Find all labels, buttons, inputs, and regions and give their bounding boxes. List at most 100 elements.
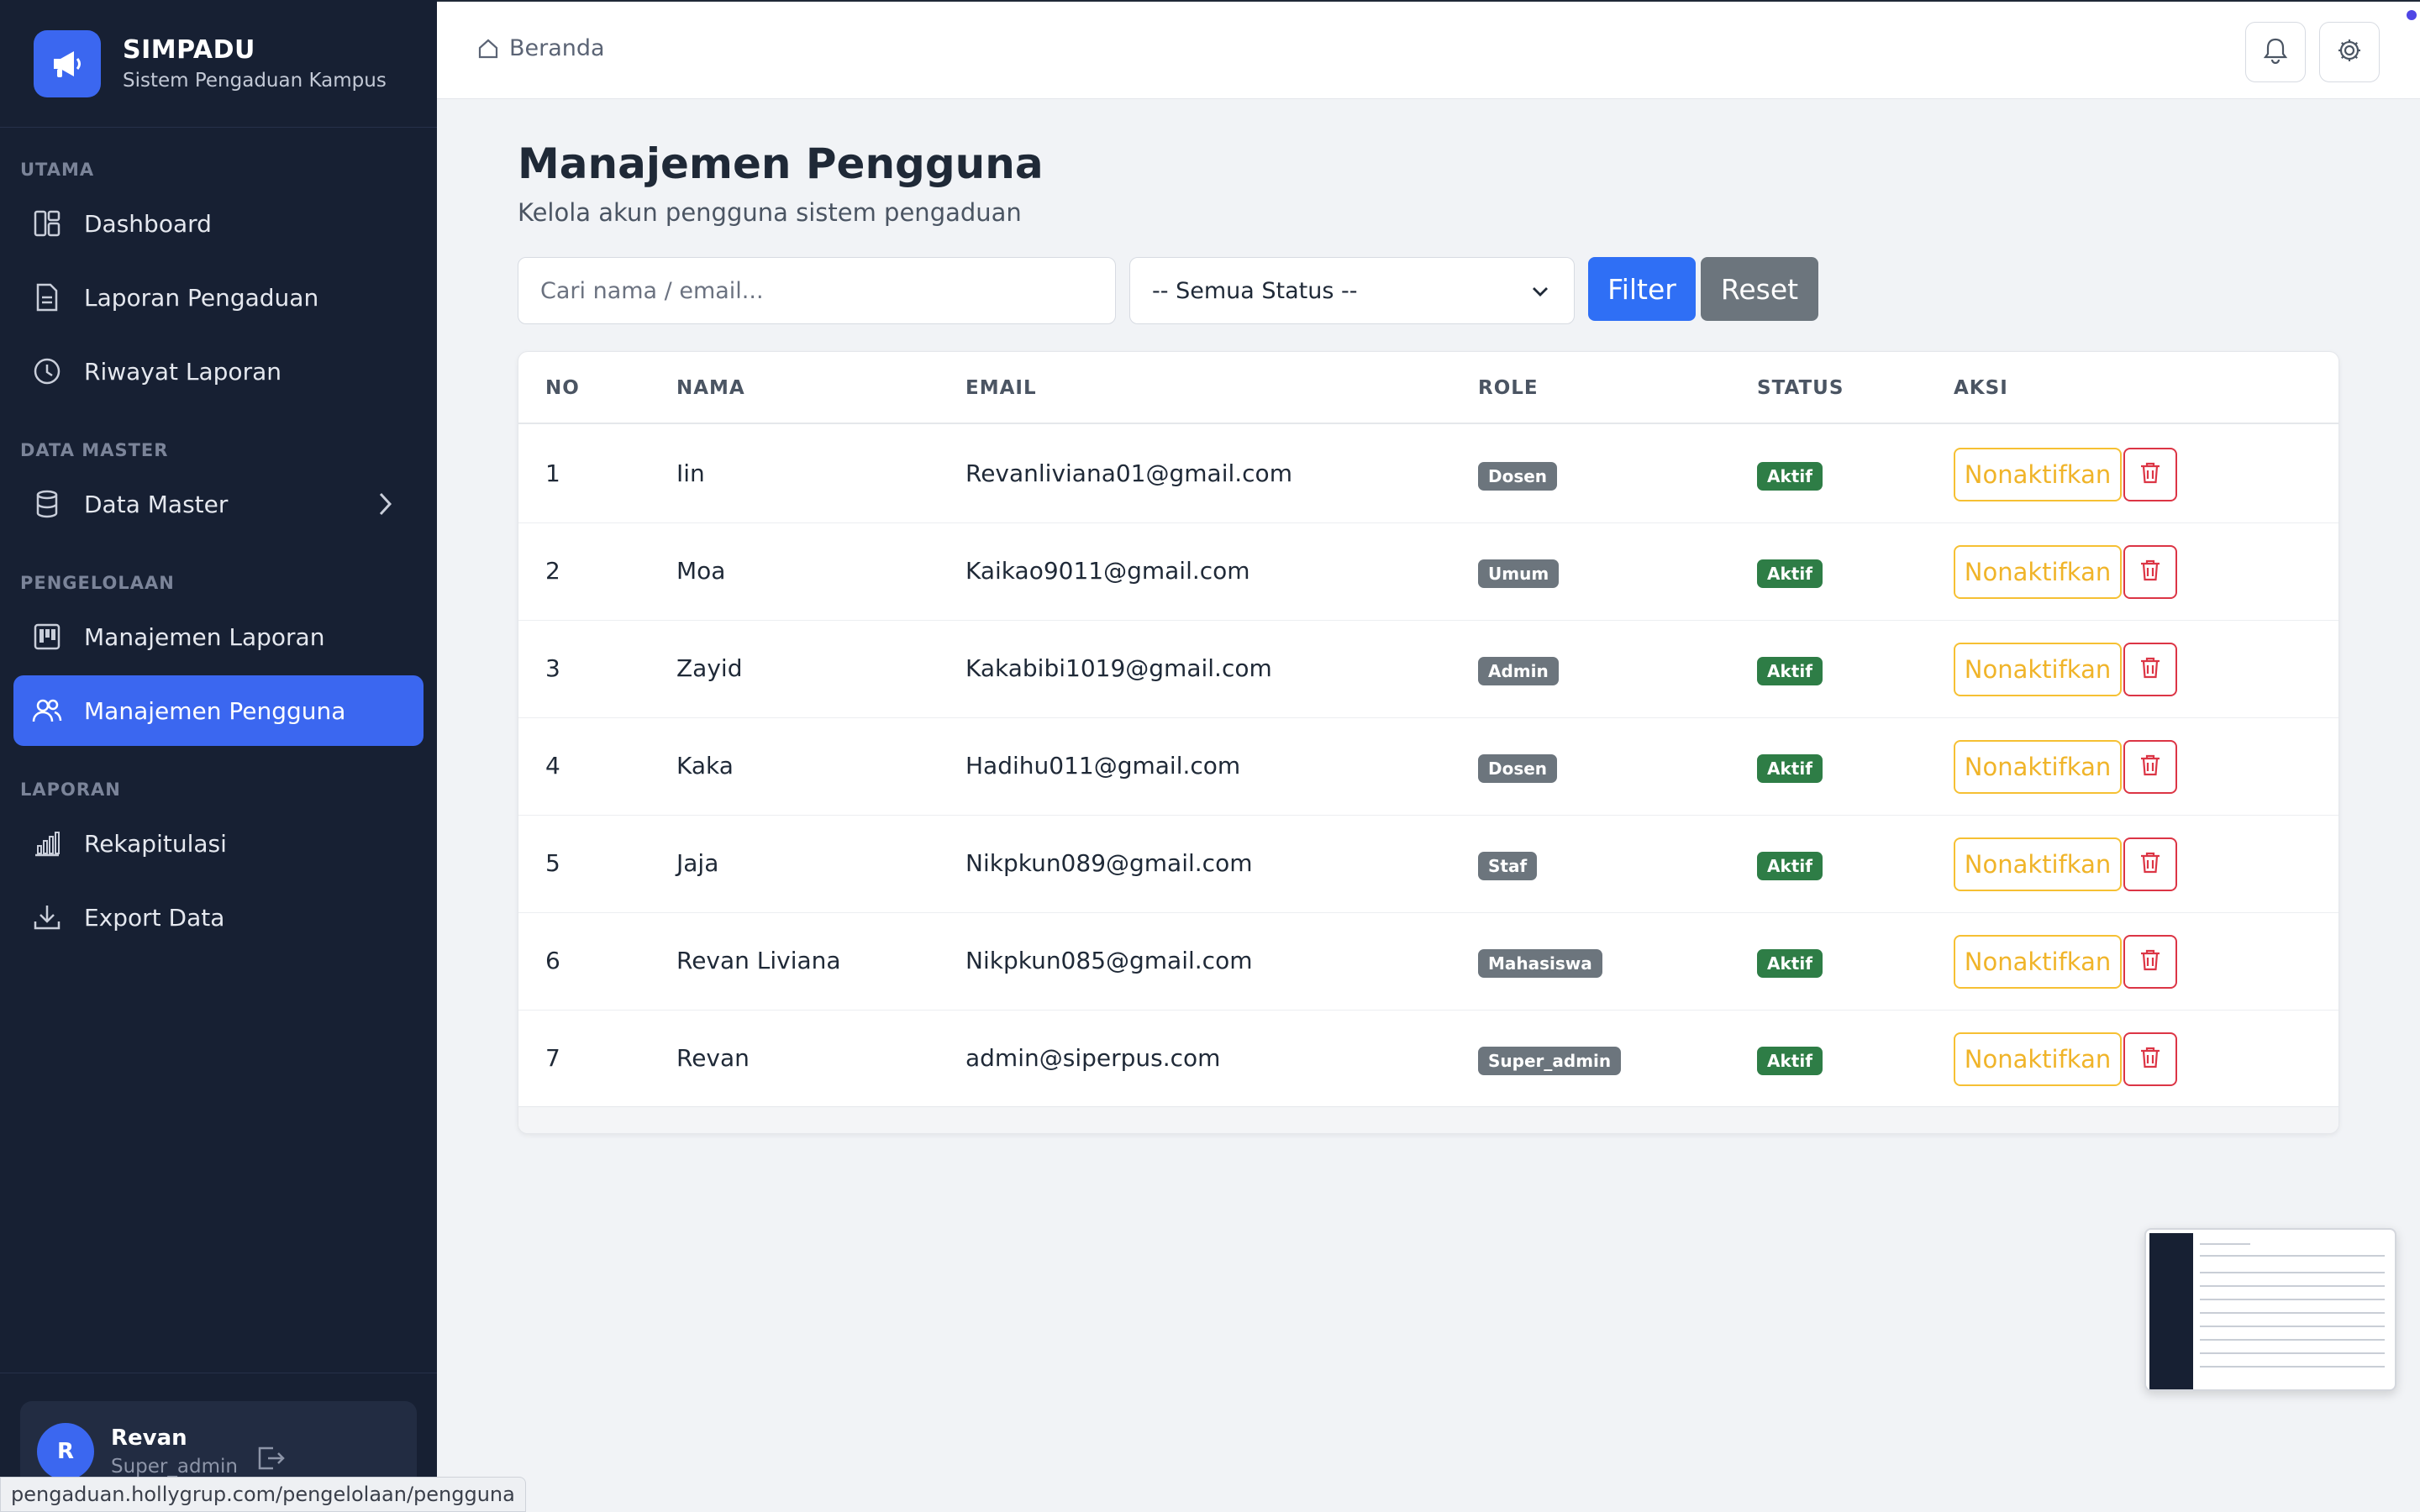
screenshot-thumbnail[interactable] <box>2144 1228 2396 1391</box>
delete-button[interactable] <box>2123 837 2177 891</box>
sidebar-item-riwayat-laporan[interactable]: Riwayat Laporan <box>13 336 424 407</box>
deactivate-button[interactable]: Nonaktifkan <box>1954 1032 2122 1086</box>
status-select-value: -- Semua Status -- <box>1152 277 1358 304</box>
sidebar-item-label: Manajemen Laporan <box>84 622 325 651</box>
role-badge: Umum <box>1478 559 1560 588</box>
status-select[interactable]: -- Semua Status -- <box>1129 257 1575 324</box>
status-badge: Aktif <box>1757 462 1823 491</box>
home-icon <box>477 38 499 60</box>
cell-no: 4 <box>545 752 560 780</box>
settings-button[interactable] <box>2319 22 2380 82</box>
thumbnail-line <box>2200 1339 2385 1341</box>
brand-title: SIMPADU <box>123 35 255 65</box>
deactivate-button[interactable]: Nonaktifkan <box>1954 448 2122 501</box>
database-icon <box>32 489 62 519</box>
deactivate-button[interactable]: Nonaktifkan <box>1954 740 2122 794</box>
bell-icon <box>2263 37 2288 67</box>
cell-no: 2 <box>545 557 560 585</box>
section-utama: UTAMA <box>20 160 95 180</box>
thumbnail-line <box>2200 1312 2385 1314</box>
table-row: 1 Iin Revanliviana01@gmail.com Dosen Akt… <box>518 426 2338 523</box>
sidebar-item-label: Export Data <box>84 903 225 932</box>
column-header-status: STATUS <box>1757 377 1844 399</box>
sidebar-item-manajemen-laporan[interactable]: Manajemen Laporan <box>13 601 424 672</box>
section-pengelolaan: PENGELOLAAN <box>20 573 175 593</box>
chevron-down-icon <box>1530 281 1550 307</box>
thumbnail-line <box>2200 1285 2385 1287</box>
notification-dot <box>2407 10 2417 20</box>
deactivate-button[interactable]: Nonaktifkan <box>1954 545 2122 599</box>
trash-icon <box>2139 753 2161 780</box>
logout-icon[interactable] <box>256 1445 287 1475</box>
delete-button[interactable] <box>2123 935 2177 989</box>
column-header-nama: NAMA <box>676 377 745 399</box>
sidebar-item-label: Manajemen Pengguna <box>84 696 346 725</box>
delete-button[interactable] <box>2123 448 2177 501</box>
cell-email: Kakabibi1019@gmail.com <box>965 654 1272 682</box>
thumbnail-line <box>2200 1326 2385 1327</box>
thumbnail-line <box>2200 1352 2385 1354</box>
cell-name: Zayid <box>676 654 743 682</box>
trash-icon <box>2139 851 2161 878</box>
sidebar-item-manajemen-pengguna[interactable]: Manajemen Pengguna <box>13 675 424 746</box>
cell-no: 6 <box>545 947 560 974</box>
gear-icon <box>2336 37 2363 67</box>
role-badge: Admin <box>1478 657 1559 685</box>
cell-no: 3 <box>545 654 560 682</box>
column-header-aksi: AKSI <box>1954 377 2008 399</box>
cell-email: Hadihu011@gmail.com <box>965 752 1241 780</box>
deactivate-button[interactable]: Nonaktifkan <box>1954 935 2122 989</box>
filter-button[interactable]: Filter <box>1588 257 1696 321</box>
delete-button[interactable] <box>2123 1032 2177 1086</box>
search-input[interactable] <box>518 257 1116 324</box>
thumbnail-line <box>2200 1243 2250 1245</box>
cell-email: Nikpkun089@gmail.com <box>965 849 1253 877</box>
user-role: Super_admin <box>111 1456 238 1478</box>
trash-icon <box>2139 559 2161 585</box>
page-title: Manajemen Pengguna <box>518 139 1044 188</box>
cell-email: admin@siperpus.com <box>965 1044 1221 1072</box>
column-header-email: EMAIL <box>965 377 1037 399</box>
cell-name: Revan Liviana <box>676 947 841 974</box>
sidebar-item-rekapitulasi[interactable]: Rekapitulasi <box>13 808 424 879</box>
status-badge: Aktif <box>1757 657 1823 685</box>
brand[interactable]: SIMPADU Sistem Pengaduan Kampus <box>0 0 437 128</box>
delete-button[interactable] <box>2123 643 2177 696</box>
cell-email: Revanliviana01@gmail.com <box>965 459 1292 487</box>
sidebar-item-export-data[interactable]: Export Data <box>13 882 424 953</box>
cell-no: 7 <box>545 1044 560 1072</box>
deactivate-button[interactable]: Nonaktifkan <box>1954 643 2122 696</box>
sidebar-item-data-master[interactable]: Data Master <box>13 469 424 539</box>
thumbnail-sidebar <box>2149 1233 2193 1389</box>
notification-button[interactable] <box>2245 22 2306 82</box>
trash-icon <box>2139 461 2161 488</box>
avatar: R <box>37 1423 94 1480</box>
table-row: 5 Jaja Nikpkun089@gmail.com Staf Aktif N… <box>518 816 2338 913</box>
status-badge: Aktif <box>1757 852 1823 880</box>
dashboard-icon <box>32 208 62 239</box>
bar-chart-icon <box>32 828 62 858</box>
sidebar-item-dashboard[interactable]: Dashboard <box>13 188 424 259</box>
breadcrumb[interactable]: Beranda <box>477 35 605 61</box>
horizontal-scrollbar[interactable] <box>518 1106 2338 1133</box>
delete-button[interactable] <box>2123 545 2177 599</box>
cell-email: Kaikao9011@gmail.com <box>965 557 1250 585</box>
status-badge: Aktif <box>1757 1047 1823 1075</box>
sidebar-item-laporan-pengaduan[interactable]: Laporan Pengaduan <box>13 262 424 333</box>
status-badge: Aktif <box>1757 754 1823 783</box>
section-laporan: LAPORAN <box>20 780 121 800</box>
thumbnail-line <box>2200 1272 2385 1273</box>
deactivate-button[interactable]: Nonaktifkan <box>1954 837 2122 891</box>
reset-button[interactable]: Reset <box>1701 257 1818 321</box>
table-row: 3 Zayid Kakabibi1019@gmail.com Admin Akt… <box>518 621 2338 718</box>
brand-subtitle: Sistem Pengaduan Kampus <box>123 70 387 92</box>
document-icon <box>32 282 62 312</box>
cell-name: Moa <box>676 557 726 585</box>
cell-name: Kaka <box>676 752 734 780</box>
thumbnail-line <box>2200 1366 2385 1368</box>
delete-button[interactable] <box>2123 740 2177 794</box>
sidebar-item-label: Rekapitulasi <box>84 829 227 858</box>
table-row: 7 Revan admin@siperpus.com Super_admin A… <box>518 1011 2338 1108</box>
kanban-icon <box>32 622 62 652</box>
users-icon <box>32 696 62 726</box>
